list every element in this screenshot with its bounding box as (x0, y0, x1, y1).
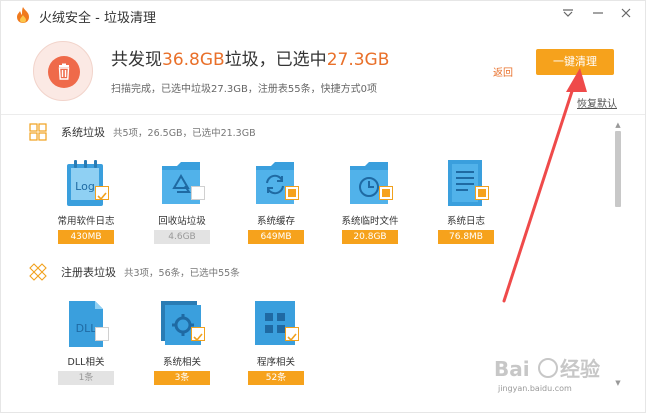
section-stat: 共3项，56条，已选中55条 (124, 268, 240, 279)
close-icon[interactable] (615, 5, 637, 25)
section-registry-junk: 注册表垃圾 共3项，56条，已选中55条 (29, 263, 240, 281)
selected-size: 27.3GB (326, 50, 390, 70)
scan-result-headline: 共发现36.8GB垃圾，已选中27.3GB (111, 50, 390, 70)
watermark-url: jingyan.baidu.com (498, 384, 572, 393)
item-label: 系统相关 (162, 357, 201, 368)
window-title: 火绒安全 - 垃圾清理 (39, 11, 156, 26)
item-label: DLL相关 (67, 357, 105, 368)
item-checkbox[interactable] (95, 186, 109, 201)
item-checkbox[interactable] (379, 186, 393, 200)
svg-text:DLL: DLL (76, 322, 98, 335)
svg-text:Bai: Bai (494, 357, 530, 381)
one-click-clean-button[interactable]: 一键清理 (536, 49, 614, 75)
back-link[interactable]: 返回 (493, 64, 513, 79)
item-size-badge: 76.8MB (438, 230, 494, 244)
header-divider (1, 114, 645, 115)
recycle-bin-icon (162, 162, 200, 204)
system-cache-icon (256, 162, 294, 204)
dll-file-icon: DLL (69, 301, 103, 347)
system-log-icon (448, 160, 482, 206)
found-size: 36.8GB (162, 50, 225, 70)
scan-summary: 扫描完成，已选中垃圾27.3GB，注册表55条，快捷方式0项 (111, 84, 377, 95)
item-size-badge: 1条 (58, 371, 114, 385)
item-system-cache[interactable]: 系统缓存 649MB (233, 158, 319, 268)
restore-default-link[interactable]: 恢复默认 (577, 95, 617, 110)
huorong-logo-icon (17, 7, 29, 23)
item-checkbox[interactable] (191, 327, 205, 342)
item-label: 系统临时文件 (341, 216, 399, 227)
item-checkbox[interactable] (475, 186, 489, 200)
item-system-related[interactable]: 系统相关 3条 (139, 299, 225, 409)
windows-icon (29, 123, 47, 141)
item-size-badge: 20.8GB (342, 230, 398, 244)
item-system-log[interactable]: 系统日志 76.8MB (423, 158, 509, 268)
item-size-badge: 430MB (58, 230, 114, 244)
item-checkbox[interactable] (285, 186, 299, 200)
item-size-badge: 4.6GB (154, 230, 210, 244)
item-label: 程序相关 (256, 357, 295, 368)
item-label: 系统日志 (446, 216, 485, 227)
temp-folder-icon (350, 162, 388, 204)
item-size-badge: 52条 (248, 371, 304, 385)
section-title: 注册表垃圾 (61, 266, 116, 279)
item-software-logs[interactable]: Log 常用软件日志 430MB (43, 158, 129, 268)
registry-icon (29, 263, 47, 281)
item-checkbox[interactable] (191, 186, 205, 200)
item-program-related[interactable]: 程序相关 52条 (233, 299, 319, 409)
trash-status-icon (33, 41, 93, 101)
chevron-down-icon[interactable] (557, 5, 579, 25)
item-label: 系统缓存 (256, 216, 295, 227)
minimize-icon[interactable] (587, 5, 609, 25)
scroll-up-icon[interactable]: ▲ (613, 121, 623, 129)
svg-text:经验: 经验 (560, 357, 600, 381)
item-label: 常用软件日志 (57, 216, 115, 227)
section-stat: 共5项，26.5GB，已选中21.3GB (113, 128, 256, 139)
item-recycle-bin[interactable]: 回收站垃圾 4.6GB (139, 158, 225, 268)
item-size-badge: 649MB (248, 230, 304, 244)
section-title: 系统垃圾 (61, 126, 105, 139)
item-checkbox[interactable] (95, 327, 109, 341)
item-size-badge: 3条 (154, 371, 210, 385)
title-bar: 火绒安全 - 垃圾清理 (1, 1, 645, 29)
item-label: 回收站垃圾 (158, 216, 206, 227)
item-dll-related[interactable]: DLL DLL相关 1条 (43, 299, 129, 409)
item-checkbox[interactable] (285, 327, 299, 342)
scroll-thumb[interactable] (615, 131, 621, 207)
svg-text:Log: Log (75, 180, 95, 193)
section-system-junk: 系统垃圾 共5项，26.5GB，已选中21.3GB (29, 123, 256, 141)
item-system-temp-files[interactable]: 系统临时文件 20.8GB (327, 158, 413, 268)
